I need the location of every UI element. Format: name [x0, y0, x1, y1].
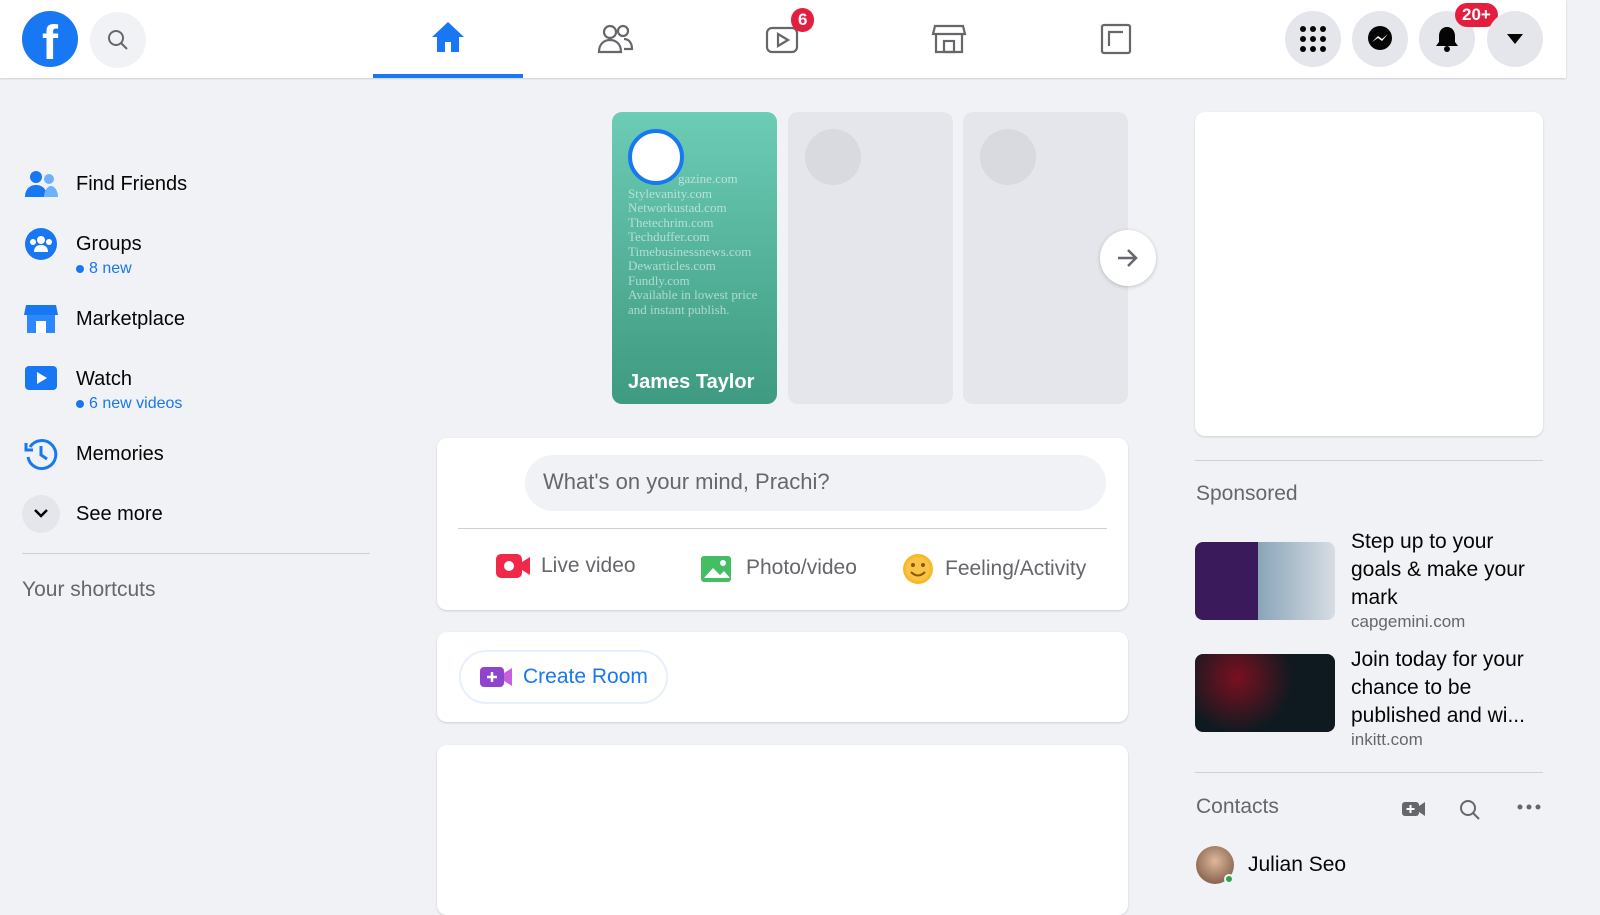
- tab-home[interactable]: [373, 0, 523, 78]
- story-text: gazine.com Stylevanity.com Networkustad.co…: [628, 171, 758, 317]
- create-room-label: Create Room: [523, 665, 648, 688]
- sidebar-item-marketplace[interactable]: Marketplace: [22, 300, 372, 338]
- avatar: [1196, 846, 1234, 884]
- friends-icon: [25, 171, 58, 197]
- memories-icon: [24, 439, 58, 471]
- marketplace-icon: [931, 24, 967, 54]
- sidebar-item-label: Groups: [76, 233, 142, 255]
- right-top-card: [1195, 112, 1543, 436]
- feeling-activity-button[interactable]: Feeling/Activity: [901, 552, 1086, 586]
- sidebar-item-label: See more: [76, 503, 163, 525]
- composer: What's on your mind, Prachi? Live video …: [437, 438, 1128, 610]
- shortcuts-title: Your shortcuts: [22, 578, 156, 601]
- new-room-icon[interactable]: [1402, 800, 1426, 818]
- groups-icon: [25, 228, 57, 260]
- sidebar-item-groups[interactable]: Groups 8 new: [22, 225, 372, 278]
- gaming-icon: [1100, 23, 1132, 55]
- arrow-right-icon: [1118, 249, 1138, 267]
- ad-domain: capgemini.com: [1351, 612, 1466, 631]
- contacts-title: Contacts: [1196, 795, 1279, 818]
- sponsored-title: Sponsored: [1196, 482, 1298, 505]
- more-options-icon[interactable]: [1517, 803, 1541, 811]
- ad-item[interactable]: Join today for your chance to be publish…: [1195, 646, 1545, 750]
- sponsored-list: Step up to your goals & make your mark ca…: [1195, 528, 1545, 764]
- contact-item[interactable]: Julian Seo: [1196, 846, 1346, 884]
- search-contacts-icon[interactable]: [1459, 799, 1481, 821]
- contact-name: Julian Seo: [1248, 853, 1347, 876]
- live-video-button[interactable]: Live video: [495, 552, 636, 580]
- story-author: James Taylor: [628, 371, 755, 393]
- ad-text: Join today for your chance to be publish…: [1351, 648, 1525, 727]
- home-icon: [432, 22, 464, 52]
- rooms-card: Create Room: [437, 632, 1128, 722]
- room-icon: [480, 667, 512, 687]
- top-nav: f 6 20+: [0, 0, 1566, 78]
- feed-post-placeholder: [437, 745, 1128, 915]
- ad-domain: inkitt.com: [1351, 730, 1423, 749]
- live-video-label: Live video: [541, 554, 636, 577]
- facebook-logo[interactable]: f: [22, 11, 78, 67]
- watch-badge: 6: [791, 8, 815, 32]
- stories-next-button[interactable]: [1100, 230, 1156, 286]
- story-placeholder: [788, 112, 953, 404]
- story-card[interactable]: gazine.com Stylevanity.com Networkustad.co…: [612, 112, 777, 404]
- smiley-icon: [903, 554, 933, 584]
- account-button[interactable]: [1487, 11, 1543, 67]
- divider: [22, 553, 370, 554]
- sidebar-item-label: Watch: [76, 368, 132, 390]
- friends-icon: [597, 24, 634, 54]
- search-icon: [108, 30, 128, 50]
- sidebar-item-see-more[interactable]: See more: [22, 495, 372, 533]
- bell-icon: [1436, 27, 1458, 52]
- tab-marketplace[interactable]: [874, 0, 1024, 78]
- ad-image: [1195, 654, 1335, 732]
- sidebar-item-label: Memories: [76, 443, 164, 465]
- messenger-button[interactable]: [1352, 11, 1408, 67]
- sidebar-item-label: Find Friends: [76, 173, 188, 195]
- sidebar-item-label: Marketplace: [76, 308, 185, 330]
- caret-down-icon: [1507, 34, 1523, 44]
- photo-icon: [701, 556, 731, 582]
- grid-icon: [1300, 26, 1326, 52]
- composer-input[interactable]: What's on your mind, Prachi?: [525, 455, 1106, 511]
- notifications-button[interactable]: 20+: [1419, 3, 1498, 67]
- marketplace-icon: [24, 305, 58, 333]
- story-avatar: [628, 129, 684, 185]
- ad-item[interactable]: Step up to your goals & make your mark ca…: [1195, 528, 1545, 632]
- ad-text: Step up to your goals & make your mark: [1351, 530, 1525, 609]
- left-sidebar: Find Friends Groups 8 new Marketplace Wat…: [22, 165, 372, 602]
- search-button[interactable]: [90, 12, 146, 68]
- menu-button[interactable]: [1285, 11, 1341, 67]
- sidebar-item-find-friends[interactable]: Find Friends: [22, 165, 372, 203]
- tab-watch[interactable]: 6: [707, 0, 857, 78]
- feeling-label: Feeling/Activity: [945, 557, 1087, 580]
- ad-image: [1195, 542, 1335, 620]
- live-video-icon: [496, 554, 530, 578]
- tab-gaming[interactable]: [1041, 0, 1191, 78]
- sidebar-item-watch[interactable]: Watch 6 new videos: [22, 360, 372, 413]
- watch-new-count: 6 new videos: [76, 395, 182, 413]
- messenger-icon: [1368, 26, 1392, 50]
- watch-icon: [25, 366, 57, 390]
- photo-video-label: Photo/video: [746, 556, 857, 579]
- tab-friends[interactable]: [540, 0, 690, 78]
- photo-video-button[interactable]: Photo/video: [700, 552, 857, 584]
- create-room-button[interactable]: Create Room: [459, 650, 668, 704]
- chevron-down-icon: [34, 509, 48, 518]
- sidebar-item-memories[interactable]: Memories: [22, 435, 372, 473]
- groups-new-count: 8 new: [76, 260, 142, 278]
